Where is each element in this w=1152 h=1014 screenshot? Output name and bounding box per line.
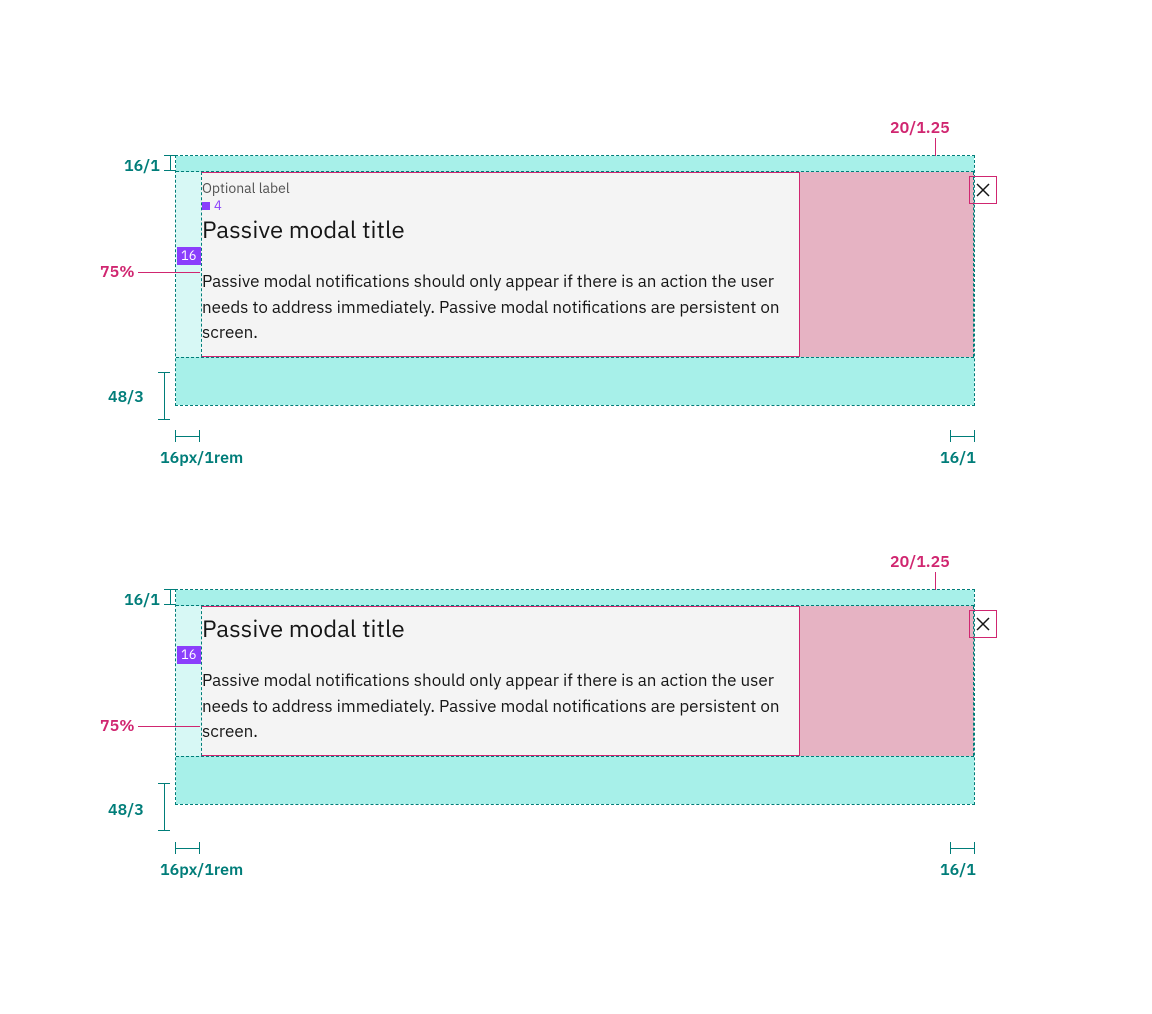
modal-bottom-padding-2: [176, 756, 974, 804]
anno-bottom-pad-1: 48/3: [108, 387, 144, 407]
modal-bottom-padding: [176, 357, 974, 405]
leader-close-2: [935, 572, 936, 590]
modal-spec-2: Passive modal title 16 Passive modal not…: [175, 589, 975, 805]
ruler-left-pad-1: [175, 430, 200, 442]
leader-content-width-2: [138, 726, 200, 727]
modal-content-area-2: Passive modal title 16 Passive modal not…: [201, 606, 800, 756]
close-icon-2: [975, 616, 991, 632]
anno-content-width-1: 75%: [100, 262, 135, 282]
modal-top-padding: [176, 156, 974, 172]
anno-left-pad-2: 16px/1rem: [160, 860, 243, 880]
leader-content-width-1: [138, 272, 200, 273]
modal-top-padding-2: [176, 590, 974, 606]
anno-right-pad-1: 16/1: [940, 448, 976, 468]
spacing-4-value: 4: [214, 197, 222, 214]
leader-close-1: [935, 138, 936, 156]
ruler-right-pad-1: [950, 430, 975, 442]
anno-right-pad-2: 16/1: [940, 860, 976, 880]
anno-close-size-2: 20/1.25: [890, 552, 950, 572]
close-button-2[interactable]: [969, 610, 997, 638]
close-icon: [975, 182, 991, 198]
ruler-top-pad-1: [164, 155, 176, 171]
anno-left-pad-1: 16px/1rem: [160, 448, 243, 468]
ruler-left-pad-2: [175, 842, 200, 854]
anno-content-width-2: 75%: [100, 716, 135, 736]
spacing-16-chip-2: 16: [177, 646, 201, 664]
ruler-bottom-pad-2: [158, 783, 170, 831]
modal-body-2: Passive modal notifications should only …: [202, 668, 783, 755]
modal-close-area-2: [800, 606, 975, 756]
modal-close-area: [800, 172, 975, 357]
anno-top-pad-2: 16/1: [124, 590, 160, 610]
anno-close-size-1: 20/1.25: [890, 118, 950, 138]
modal-title: Passive modal title: [202, 214, 783, 245]
modal-optional-label: Optional label: [202, 173, 783, 197]
modal-title-2: Passive modal title: [202, 607, 783, 644]
spacing-16-chip: 16: [177, 247, 201, 265]
close-button[interactable]: [969, 176, 997, 204]
ruler-right-pad-2: [950, 842, 975, 854]
modal-spec-1: Optional label 4 Passive modal title 16 …: [175, 155, 975, 406]
left-padding-overlay-2: [176, 606, 201, 756]
ruler-bottom-pad-1: [158, 372, 170, 420]
ruler-top-pad-2: [164, 589, 176, 605]
modal-content-area: Optional label 4 Passive modal title 16 …: [201, 172, 800, 357]
anno-top-pad-1: 16/1: [124, 156, 160, 176]
purple-dot-icon: [202, 202, 210, 210]
anno-bottom-pad-2: 48/3: [108, 800, 144, 820]
spacing-4-indicator: 4: [202, 197, 783, 214]
modal-body: Passive modal notifications should only …: [202, 269, 783, 356]
